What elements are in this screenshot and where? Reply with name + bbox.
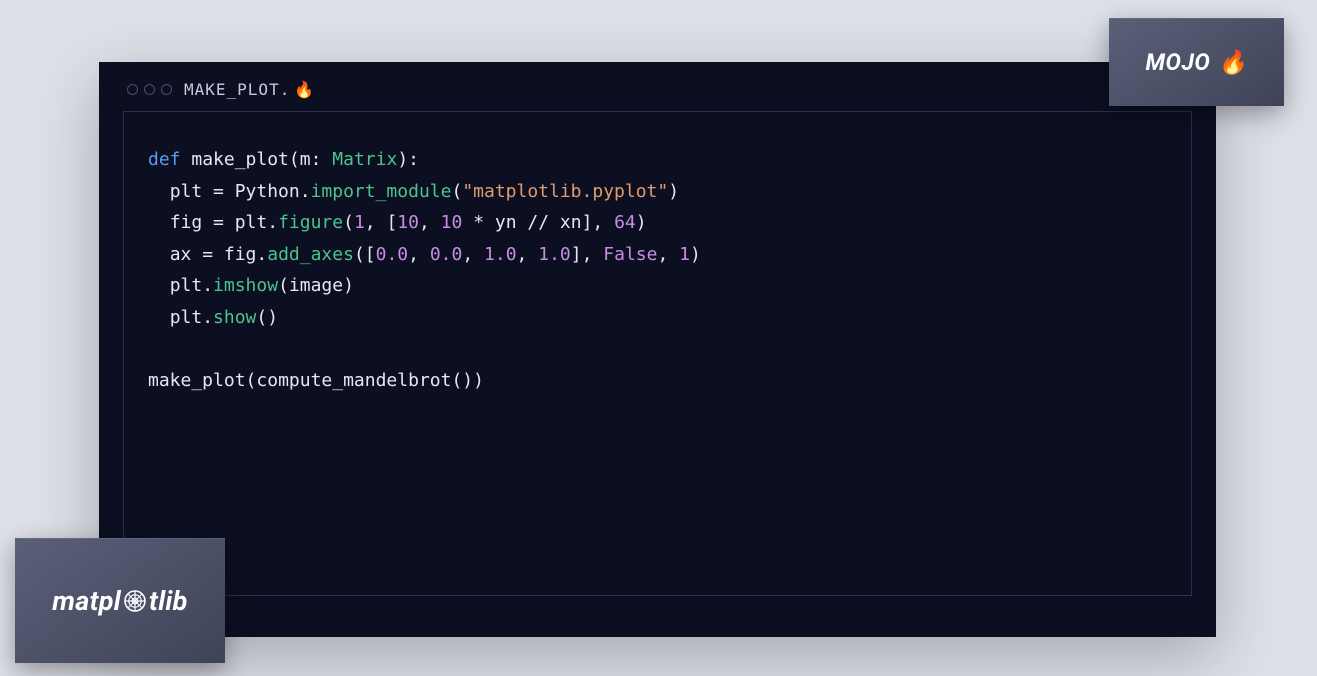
code-line: plt = Python.import_module("matplotlib.p… xyxy=(148,176,1167,208)
code-panel[interactable]: def make_plot(m: Matrix): plt = Python.i… xyxy=(123,111,1192,596)
file-name-text: MAKE_PLOT. xyxy=(184,80,290,99)
window-header: MAKE_PLOT.🔥 xyxy=(99,62,1216,111)
code-line: fig = plt.figure(1, [10, 10 * yn // xn],… xyxy=(148,207,1167,239)
fire-icon: 🔥 xyxy=(1218,49,1247,76)
code-line: def make_plot(m: Matrix): xyxy=(148,144,1167,176)
code-line: ax = fig.add_axes([0.0, 0.0, 1.0, 1.0], … xyxy=(148,239,1167,271)
file-name: MAKE_PLOT.🔥 xyxy=(184,80,315,99)
traffic-light-minimize[interactable] xyxy=(144,84,155,95)
code-editor-window: MAKE_PLOT.🔥 def make_plot(m: Matrix): pl… xyxy=(99,62,1216,637)
traffic-lights xyxy=(127,84,172,95)
file-fire-icon: 🔥 xyxy=(294,80,315,99)
matplotlib-text-prefix: matpl xyxy=(52,585,121,617)
mojo-badge-label: MOJO xyxy=(1146,49,1211,76)
code-line: plt.show() xyxy=(148,302,1167,334)
traffic-light-maximize[interactable] xyxy=(161,84,172,95)
code-line: make_plot(compute_mandelbrot()) xyxy=(148,365,1167,397)
matplotlib-badge: matpl tlib xyxy=(15,538,225,663)
traffic-light-close[interactable] xyxy=(127,84,138,95)
code-line: plt.imshow(image) xyxy=(148,270,1167,302)
code-line xyxy=(148,333,1167,365)
mojo-badge: MOJO 🔥 xyxy=(1109,18,1284,106)
matplotlib-logo-icon xyxy=(123,589,147,613)
matplotlib-text-suffix: tlib xyxy=(149,585,188,617)
